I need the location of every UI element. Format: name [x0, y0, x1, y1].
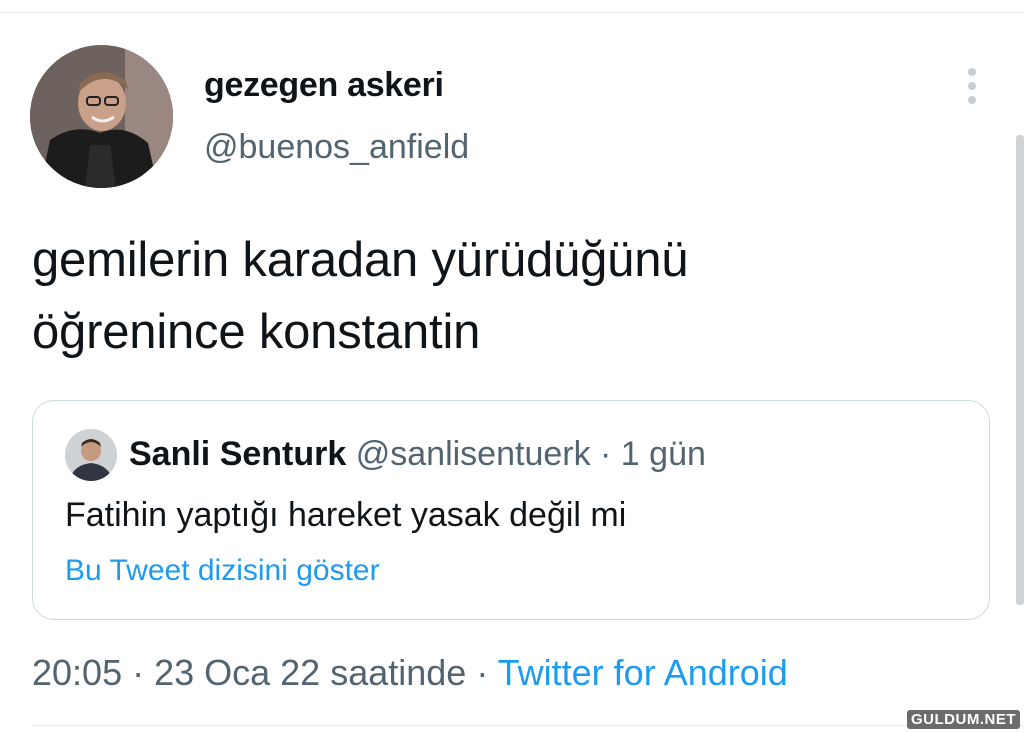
watermark: GULDUM.NET [907, 710, 1020, 729]
top-divider [0, 12, 1024, 13]
avatar-photo [30, 45, 173, 188]
avatar[interactable] [30, 45, 173, 188]
quoted-avatar-photo [65, 429, 117, 481]
user-handle[interactable]: @buenos_anfield [204, 128, 469, 167]
meta-separator: · [466, 652, 498, 693]
quoted-handle[interactable]: @sanlisentuerk [356, 435, 591, 473]
source-app-link[interactable]: Twitter for Android [498, 652, 788, 693]
tweet-text-line-2: öğrenince konstantin [32, 305, 481, 359]
tweet-text-line-1: gemilerin karadan yürüdüğünü [32, 233, 689, 287]
dot-icon [968, 68, 976, 76]
scrollbar[interactable] [1016, 135, 1024, 605]
quoted-avatar[interactable] [65, 429, 117, 481]
dot-icon [968, 82, 976, 90]
more-options-icon[interactable] [958, 68, 986, 108]
dot-icon [968, 96, 976, 104]
show-thread-link[interactable]: Bu Tweet dizisini göster [65, 554, 380, 588]
timestamp[interactable]: 20:05 · 23 Oca 22 saatinde [32, 652, 466, 693]
quoted-tweet-card[interactable]: Sanli Senturk @sanlisentuerk · 1 gün Fat… [32, 400, 990, 620]
quoted-age: · 1 gün [590, 435, 706, 473]
display-name[interactable]: gezegen askeri [204, 66, 444, 105]
quoted-display-name[interactable]: Sanli Senturk [129, 435, 346, 473]
quoted-tweet-text: Fatihin yaptığı hareket yasak değil mi [65, 496, 627, 534]
quoted-header: Sanli Senturk @sanlisentuerk · 1 gün [129, 435, 706, 474]
tweet-meta: 20:05 · 23 Oca 22 saatinde · Twitter for… [32, 652, 788, 694]
bottom-divider [32, 725, 1024, 726]
tweet-text: gemilerin karadan yürüdüğünü öğrenince k… [32, 224, 932, 368]
